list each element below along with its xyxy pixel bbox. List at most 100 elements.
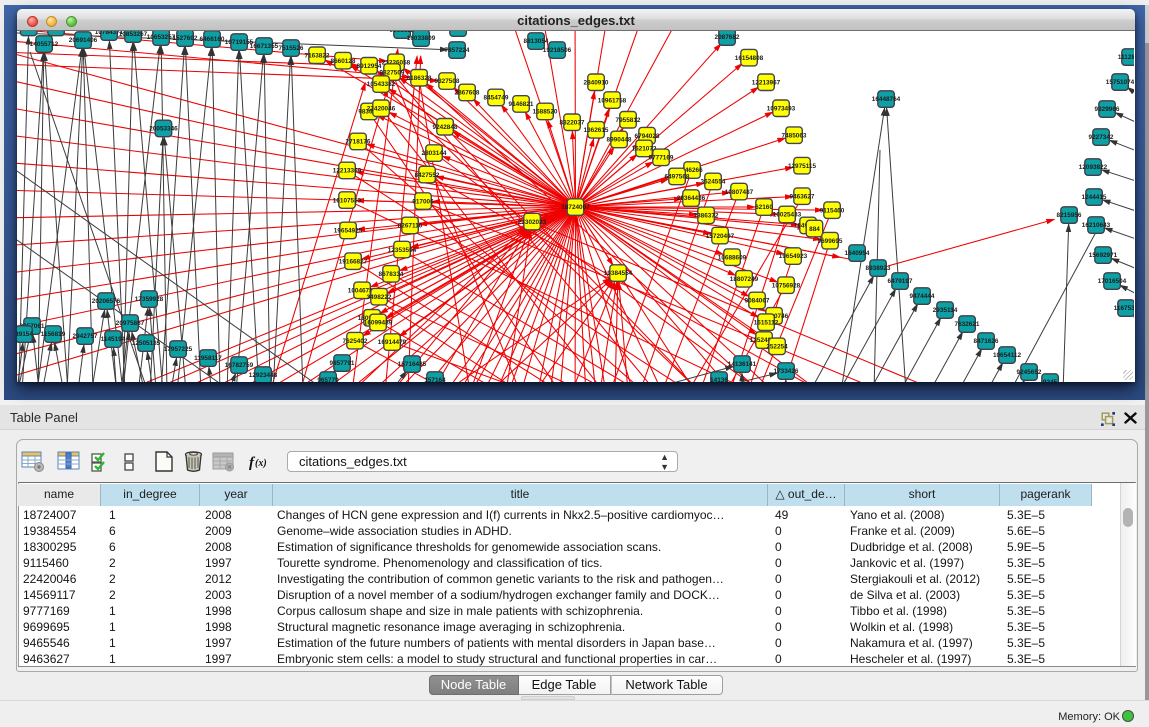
svg-text:14055712: 14055712 <box>30 41 59 48</box>
svg-text:884131: 884131 <box>447 31 469 32</box>
svg-text:9663822: 9663822 <box>390 31 415 34</box>
svg-text:15751074: 15751074 <box>1106 79 1134 86</box>
svg-text:9777169: 9777169 <box>649 155 674 162</box>
svg-text:17016504: 17016504 <box>1098 278 1127 285</box>
svg-text:15716485: 15716485 <box>398 361 427 368</box>
svg-text:10543382: 10543382 <box>367 81 396 88</box>
svg-text:9245652: 9245652 <box>1017 369 1042 376</box>
svg-text:12213369: 12213369 <box>333 168 362 175</box>
svg-text:6466160: 6466160 <box>200 36 225 43</box>
svg-text:15692971: 15692971 <box>1089 252 1118 259</box>
svg-text:23302023: 23302023 <box>518 219 547 226</box>
svg-text:2087682: 2087682 <box>715 34 740 41</box>
svg-text:2840910: 2840910 <box>584 80 609 87</box>
svg-text:19166827: 19166827 <box>339 258 368 265</box>
svg-text:16782759: 16782759 <box>225 362 254 369</box>
svg-text:12353594: 12353594 <box>388 247 417 254</box>
svg-text:9245: 9245 <box>1043 379 1058 382</box>
svg-text:1244415: 1244415 <box>1082 194 1107 201</box>
svg-text:9146821: 9146821 <box>509 101 534 108</box>
svg-text:252254: 252254 <box>766 344 788 351</box>
svg-text:8660128: 8660128 <box>331 58 356 65</box>
svg-text:1362615: 1362615 <box>584 127 609 134</box>
svg-text:16671355: 16671355 <box>250 43 279 50</box>
svg-text:10654112: 10654112 <box>993 352 1022 359</box>
svg-text:8322037: 8322037 <box>560 119 585 126</box>
svg-text:9699695: 9699695 <box>818 238 843 245</box>
svg-text:2718176: 2718176 <box>346 139 371 146</box>
svg-text:12093822: 12093822 <box>1079 164 1108 171</box>
svg-text:2935114: 2935114 <box>933 307 958 314</box>
svg-text:16210643: 16210643 <box>1082 222 1111 229</box>
svg-text:7485063: 7485063 <box>782 132 807 139</box>
svg-text:7955812: 7955812 <box>616 117 641 124</box>
svg-text:16107553: 16107553 <box>333 197 362 204</box>
svg-text:16099489: 16099489 <box>364 320 393 327</box>
svg-text:18724007: 18724007 <box>561 204 590 211</box>
svg-text:19384554: 19384554 <box>604 270 633 277</box>
svg-text:1588520: 1588520 <box>533 109 558 116</box>
svg-text:10807487: 10807487 <box>725 189 754 196</box>
svg-text:8427552: 8427552 <box>415 172 440 179</box>
svg-text:9329966: 9329966 <box>1095 106 1120 113</box>
svg-text:10853267: 10853267 <box>119 31 148 38</box>
svg-text:965779: 965779 <box>317 377 339 382</box>
svg-text:20391406: 20391406 <box>42 31 71 32</box>
svg-text:9242848: 9242848 <box>433 124 458 131</box>
svg-text:1156819: 1156819 <box>41 331 66 338</box>
svg-text:8471626: 8471626 <box>974 338 999 345</box>
svg-text:9857791: 9857791 <box>330 360 355 367</box>
svg-text:1640954: 1640954 <box>845 250 870 257</box>
svg-text:8912954: 8912954 <box>357 63 382 70</box>
svg-text:14136141: 14136141 <box>728 361 757 368</box>
svg-text:2803144: 2803144 <box>422 150 447 157</box>
svg-text:16154808: 16154808 <box>735 55 764 62</box>
svg-text:8678334: 8678334 <box>379 271 404 278</box>
svg-text:1733426: 1733426 <box>774 368 799 375</box>
svg-text:1167533: 1167533 <box>1114 305 1134 312</box>
svg-text:1112834: 1112834 <box>1118 54 1134 61</box>
svg-text:7857224: 7857224 <box>445 47 470 54</box>
svg-text:917006: 917006 <box>412 198 434 205</box>
svg-text:3624554: 3624554 <box>701 179 726 186</box>
svg-text:6497568: 6497568 <box>665 174 690 181</box>
svg-text:12975115: 12975115 <box>788 163 817 170</box>
svg-text:8938923: 8938923 <box>866 265 891 272</box>
svg-text:10961758: 10961758 <box>598 97 627 104</box>
svg-text:20691406: 20691406 <box>69 37 98 44</box>
svg-text:62160: 62160 <box>755 204 773 211</box>
svg-text:19654923: 19654923 <box>779 253 808 260</box>
svg-text:10756928: 10756928 <box>772 282 801 289</box>
svg-text:16448764: 16448764 <box>872 96 901 103</box>
svg-text:22420046: 22420046 <box>367 105 396 112</box>
svg-text:2942757: 2942757 <box>73 333 98 340</box>
svg-text:20053346: 20053346 <box>149 126 178 133</box>
svg-text:8267110: 8267110 <box>398 223 423 230</box>
svg-text:12505135: 12505135 <box>132 340 161 347</box>
svg-text:1615112: 1615112 <box>754 319 779 326</box>
svg-text:8990448: 8990448 <box>607 137 632 144</box>
svg-text:89333: 89333 <box>20 31 38 32</box>
svg-text:14136: 14136 <box>710 377 728 382</box>
svg-text:9327508: 9327508 <box>435 78 460 85</box>
svg-text:8813054: 8813054 <box>524 38 549 45</box>
svg-text:9474444: 9474444 <box>910 293 935 300</box>
svg-text:9084067: 9084067 <box>745 298 770 305</box>
svg-text:1527602: 1527602 <box>173 35 198 42</box>
svg-text:39154: 39154 <box>17 331 33 338</box>
svg-text:9227342: 9227342 <box>1089 134 1114 141</box>
svg-text:884: 884 <box>809 226 820 233</box>
svg-text:16914479: 16914479 <box>378 339 407 346</box>
svg-text:7632621: 7632621 <box>955 321 980 328</box>
svg-text:6479197: 6479197 <box>888 278 913 285</box>
svg-text:8454749: 8454749 <box>484 95 509 102</box>
svg-text:7625402: 7625402 <box>343 338 368 345</box>
svg-text:(x): (x) <box>255 458 267 469</box>
svg-text:20975867: 20975867 <box>116 320 145 327</box>
svg-text:8186328: 8186328 <box>407 75 432 82</box>
svg-text:20364436: 20364436 <box>677 195 706 202</box>
svg-text:2867608: 2867608 <box>455 90 480 97</box>
svg-text:7386372: 7386372 <box>694 213 719 220</box>
svg-text:8215956: 8215956 <box>1057 212 1082 219</box>
svg-text:12923448: 12923448 <box>249 372 278 379</box>
